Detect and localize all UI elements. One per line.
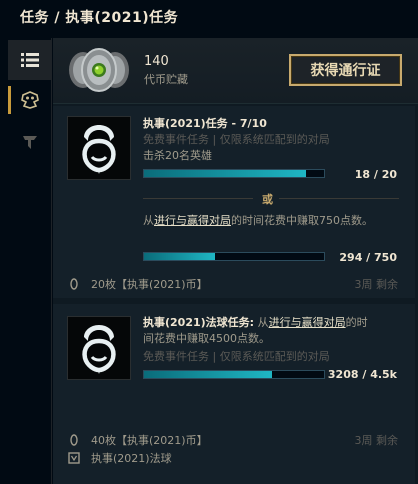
reward-text: 执事(2021)法球	[91, 452, 172, 465]
divider	[143, 198, 253, 199]
progress-bar	[143, 169, 325, 178]
desc-prefix: 从	[257, 316, 269, 329]
sentinel-orb-mission-icon	[82, 325, 116, 374]
sentinel-emblem-icon	[21, 91, 39, 109]
progress-bar	[143, 370, 325, 379]
desc-mid: 的时	[345, 316, 368, 329]
objective-text: 从进行与赢得对局的时间花费中赚取750点数。	[143, 213, 379, 229]
play-link[interactable]: 进行与	[154, 214, 187, 227]
token-label: 代币贮藏	[144, 73, 188, 86]
time-remaining: 3周 剩余	[354, 278, 399, 291]
token-count: 140	[144, 54, 169, 69]
page-title: 任务 / 执事(2021)任务	[0, 0, 418, 38]
sentinel-mission-icon	[82, 125, 116, 174]
win-link[interactable]: 赢得对局	[187, 214, 231, 227]
time-remaining: 3周 剩余	[354, 434, 399, 447]
win-link[interactable]: 赢得对局	[302, 316, 346, 329]
progress-text: 3208 / 4.5k	[327, 368, 397, 381]
objective-suffix: 的时间花费中赚取750点数。	[231, 214, 373, 227]
orb-icon	[67, 451, 81, 465]
sidebar-item-sentinel-event[interactable]	[8, 80, 52, 120]
progress-fill	[144, 253, 215, 260]
reward-row: 执事(2021)法球	[67, 450, 172, 466]
mission-icon	[67, 316, 131, 380]
mission-title: 执事(2021)法球任务:	[143, 316, 255, 329]
sidebar-item-tft-event[interactable]	[8, 122, 52, 162]
token-icon	[67, 277, 81, 291]
get-pass-button[interactable]: 获得通行证	[289, 54, 402, 86]
reward-text: 40枚【执事(2021)币】	[91, 434, 208, 447]
progress-bar	[143, 252, 325, 261]
or-label: 或	[262, 193, 273, 206]
token-icon	[67, 433, 81, 447]
mission-icon	[67, 116, 131, 180]
objective-prefix: 从	[143, 214, 154, 227]
mission-description: 执事(2021)法球任务: 从进行与赢得对局的时 间花费中赚取4500点数。	[143, 315, 403, 347]
mission-card: 执事(2021)法球任务: 从进行与赢得对局的时 间花费中赚取4500点数。 免…	[53, 304, 418, 484]
objective-text: 击杀20名英雄	[143, 149, 212, 162]
progress-text: 18 / 20	[354, 168, 397, 181]
desc-line2: 间花费中赚取4500点数。	[143, 332, 270, 345]
reward-row: 20枚【执事(2021)币】	[67, 276, 208, 292]
token-stack-icon	[69, 48, 129, 92]
progress-text: 294 / 750	[339, 251, 397, 264]
currency-bar: 140 代币贮藏 获得通行证	[53, 38, 418, 104]
divider	[279, 198, 399, 199]
sidebar-item-mission-list[interactable]	[8, 40, 52, 80]
sidebar	[8, 38, 52, 484]
play-link[interactable]: 进行与	[269, 316, 302, 329]
reward-text: 20枚【执事(2021)币】	[91, 278, 208, 291]
mission-card: 执事(2021)任务 - 7/10 免费事件任务 | 仅限系统匹配到的对局 击杀…	[53, 106, 418, 298]
reward-row: 40枚【执事(2021)币】	[67, 432, 208, 448]
progress-fill	[144, 170, 306, 177]
mission-title: 执事(2021)任务 - 7/10	[143, 117, 267, 130]
mission-subtitle: 免费事件任务 | 仅限系统匹配到的对局	[143, 133, 330, 146]
mission-panel: 140 代币贮藏 获得通行证 执事(2021)任务 - 7/10 免费事件任务 …	[53, 38, 418, 484]
progress-fill	[144, 371, 273, 378]
mission-subtitle: 免费事件任务 | 仅限系统匹配到的对局	[143, 350, 330, 363]
list-icon	[21, 53, 39, 67]
banner-emblem-icon	[23, 136, 37, 149]
